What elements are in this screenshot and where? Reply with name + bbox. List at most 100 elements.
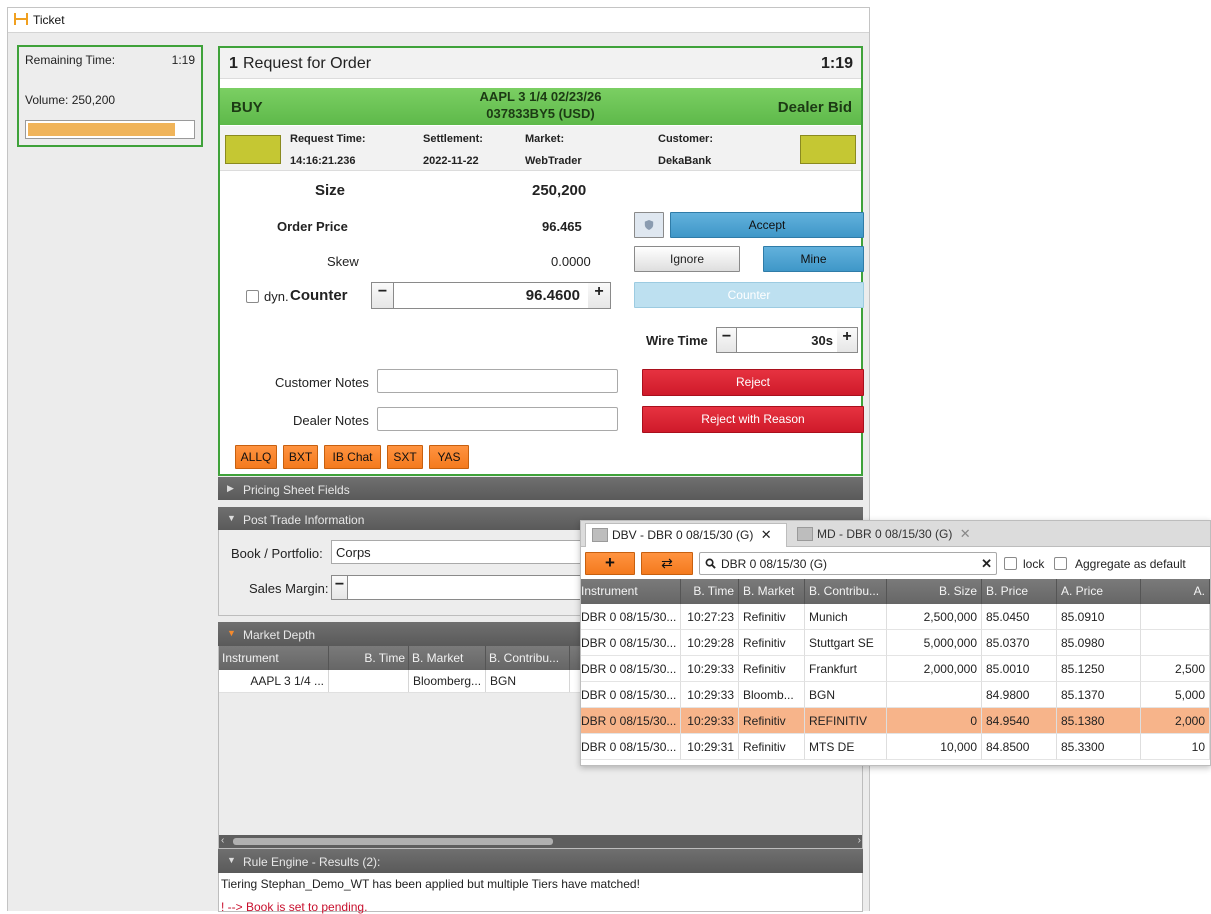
- column-header[interactable]: B. Size: [887, 579, 982, 604]
- b-size-cell: 5,000,000: [887, 630, 982, 656]
- b-market-cell: Refinitiv: [739, 734, 805, 760]
- yas-button[interactable]: YAS: [429, 445, 469, 469]
- request-number: 1: [229, 55, 238, 72]
- close-icon[interactable]: ✕: [761, 527, 772, 542]
- b-contributor-cell: Frankfurt: [805, 656, 887, 682]
- dealer-notes-label: Dealer Notes: [293, 413, 369, 428]
- a-price-cell: 85.3300: [1057, 734, 1141, 760]
- b-price-cell: 84.8500: [982, 734, 1057, 760]
- a-size-cell: [1141, 630, 1210, 656]
- b-contributor-cell: BGN: [486, 670, 570, 692]
- dealer-notes-input[interactable]: [377, 407, 618, 431]
- close-icon[interactable]: ✕: [960, 526, 971, 541]
- column-header[interactable]: B. Time: [681, 579, 739, 604]
- column-header[interactable]: B. Market: [409, 646, 486, 670]
- pricing-sheet-header[interactable]: ▶ Pricing Sheet Fields: [218, 477, 863, 500]
- counter-price-value[interactable]: 96.4600: [526, 287, 580, 304]
- column-header[interactable]: B. Price: [982, 579, 1057, 604]
- accept-button[interactable]: Accept: [670, 212, 864, 238]
- table-row[interactable]: DBR 0 08/15/30... 10:29:33 Refinitiv Frankf…: [581, 656, 1210, 682]
- b-market-cell: Refinitiv: [739, 630, 805, 656]
- sales-margin-stepper[interactable]: −: [331, 575, 591, 600]
- swap-button[interactable]: ⇄: [641, 552, 693, 575]
- tab-md-label: MD - DBR 0 08/15/30 (G): [817, 527, 953, 541]
- a-price-cell: 85.1250: [1057, 656, 1141, 682]
- table-row[interactable]: DBR 0 08/15/30... 10:29:31 Refinitiv MTS DE…: [581, 734, 1210, 760]
- b-market-cell: Bloomb...: [739, 682, 805, 708]
- counter-price-stepper[interactable]: − 96.4600 +: [371, 282, 611, 309]
- post-trade-title: Post Trade Information: [243, 513, 365, 527]
- sales-margin-decrement-button[interactable]: −: [332, 576, 348, 599]
- b-contributor-cell: Stuttgart SE: [805, 630, 887, 656]
- sxt-button[interactable]: SXT: [387, 445, 423, 469]
- column-header[interactable]: A. Price: [1057, 579, 1141, 604]
- remaining-time-label: Remaining Time:: [25, 53, 116, 67]
- ib-chat-button[interactable]: IB Chat: [324, 445, 381, 469]
- lock-checkbox[interactable]: [1004, 557, 1017, 570]
- scroll-right-icon[interactable]: ›: [858, 835, 861, 846]
- b-size-cell: 0: [887, 708, 982, 734]
- horizontal-scrollbar[interactable]: ‹ ›: [219, 835, 862, 848]
- reject-with-reason-button[interactable]: Reject with Reason: [642, 406, 864, 433]
- column-header[interactable]: Instrument: [219, 646, 329, 670]
- security-name: AAPL 3 1/4 02/23/26: [479, 89, 602, 104]
- b-time-cell: 10:29:33: [681, 682, 739, 708]
- table-row[interactable]: DBR 0 08/15/30... 10:29:33 Refinitiv REFINI…: [581, 708, 1210, 734]
- allq-button[interactable]: ALLQ: [235, 445, 277, 469]
- app-logo-icon: [14, 13, 28, 25]
- a-price-cell: 85.1380: [1057, 708, 1141, 734]
- request-time-value: 14:16:21.236: [290, 155, 356, 167]
- instrument-search-input[interactable]: DBR 0 08/15/30 (G) ✕: [699, 552, 997, 575]
- scroll-left-icon[interactable]: ‹: [221, 835, 224, 846]
- ticket-window: Ticket Remaining Time: 1:19 Volume: 250,…: [7, 7, 870, 914]
- tab-dbv-label: DBV - DBR 0 08/15/30 (G): [612, 528, 754, 542]
- b-contributor-cell: Munich: [805, 604, 887, 630]
- settlement-label: Settlement:: [423, 133, 483, 145]
- reject-button[interactable]: Reject: [642, 369, 864, 396]
- ignore-button[interactable]: Ignore: [634, 246, 740, 272]
- column-header[interactable]: B. Contribu...: [805, 579, 887, 604]
- wire-time-increment-button[interactable]: +: [837, 328, 857, 352]
- table-row[interactable]: DBR 0 08/15/30... 10:29:28 Refinitiv Stuttg…: [581, 630, 1210, 656]
- instrument-cell: DBR 0 08/15/30...: [581, 630, 681, 656]
- table-row[interactable]: DBR 0 08/15/30... 10:29:33 Bloomb... BGN 84.…: [581, 682, 1210, 708]
- a-size-cell: 2,500: [1141, 656, 1210, 682]
- customer-label: Customer:: [658, 133, 714, 145]
- bxt-button[interactable]: BXT: [283, 445, 318, 469]
- column-header[interactable]: B. Time: [329, 646, 409, 670]
- rule-engine-title: Rule Engine - Results (2):: [243, 855, 381, 869]
- add-button[interactable]: +: [585, 552, 635, 575]
- counter-increment-button[interactable]: +: [588, 283, 610, 308]
- b-size-cell: 2,000,000: [887, 656, 982, 682]
- shield-icon: [644, 220, 654, 230]
- left-color-swatch: [225, 135, 281, 164]
- column-header[interactable]: B. Contribu...: [486, 646, 570, 670]
- customer-notes-input[interactable]: [377, 369, 618, 393]
- volume-label: Volume: 250,200: [25, 93, 116, 107]
- book-select[interactable]: Corps: [331, 540, 591, 564]
- instrument-cell: AAPL 3 1/4 ...: [219, 670, 329, 692]
- tab-dbv[interactable]: DBV - DBR 0 08/15/30 (G) ✕: [585, 523, 787, 547]
- tab-md[interactable]: MD - DBR 0 08/15/30 (G) ✕: [791, 523, 987, 547]
- column-header[interactable]: B. Market: [739, 579, 805, 604]
- table-icon: [592, 528, 608, 542]
- column-header[interactable]: A.: [1141, 579, 1210, 604]
- b-market-cell: Bloomberg...: [409, 670, 486, 692]
- b-price-cell: 85.0370: [982, 630, 1057, 656]
- counter-button[interactable]: Counter: [634, 282, 864, 308]
- shield-button[interactable]: [634, 212, 664, 238]
- rule-engine-header[interactable]: ▼ Rule Engine - Results (2):: [218, 849, 863, 873]
- mine-button[interactable]: Mine: [763, 246, 864, 272]
- wire-time-value[interactable]: 30s: [811, 333, 833, 348]
- a-size-cell: [1141, 604, 1210, 630]
- wire-time-stepper[interactable]: − 30s +: [716, 327, 858, 353]
- clear-icon[interactable]: ✕: [981, 556, 992, 572]
- table-row[interactable]: DBR 0 08/15/30... 10:27:23 Refinitiv Munich…: [581, 604, 1210, 630]
- scrollbar-thumb[interactable]: [233, 838, 553, 845]
- wire-time-decrement-button[interactable]: −: [717, 328, 737, 352]
- dyn-checkbox[interactable]: [246, 290, 259, 303]
- search-value: DBR 0 08/15/30 (G): [721, 557, 828, 571]
- counter-decrement-button[interactable]: −: [372, 283, 394, 308]
- aggregate-checkbox[interactable]: [1054, 557, 1067, 570]
- column-header[interactable]: Instrument: [581, 579, 681, 604]
